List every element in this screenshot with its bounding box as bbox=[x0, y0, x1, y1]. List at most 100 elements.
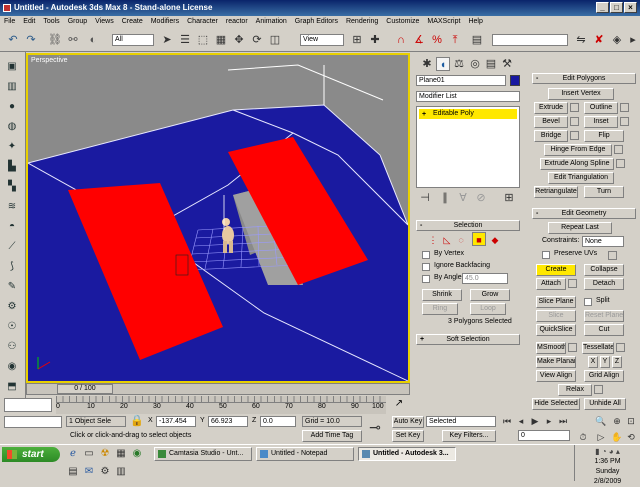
object-color-swatch[interactable] bbox=[510, 75, 520, 86]
shrink-button[interactable]: Shrink bbox=[422, 289, 462, 301]
angle-snap-icon[interactable]: ∡ bbox=[412, 33, 426, 47]
select-and-scale-icon[interactable]: ◫ bbox=[268, 33, 282, 47]
track-bar[interactable]: 0 10 20 30 40 50 60 70 80 90 100 bbox=[56, 396, 386, 414]
time-slider-thumb[interactable]: 0 / 100 bbox=[57, 384, 113, 394]
named-selection-sets-icon[interactable]: ▤ bbox=[470, 33, 484, 47]
window-crossing-icon[interactable]: ▦ bbox=[214, 33, 228, 47]
z-coordinate-field[interactable]: 0.0 bbox=[260, 416, 296, 427]
relax-button[interactable]: Relax bbox=[558, 384, 592, 396]
modifier-list-dropdown[interactable]: Modifier List bbox=[416, 91, 520, 102]
taskbar-item-3dsmax[interactable]: Untitled - Autodesk 3... bbox=[358, 447, 456, 461]
quicklaunch-ie-icon[interactable]: ℯ bbox=[66, 447, 80, 461]
motion-tab-icon[interactable]: ◎ bbox=[468, 57, 482, 71]
render-scene-icon[interactable]: ◈ bbox=[610, 33, 624, 47]
inset-button[interactable]: Inset bbox=[584, 116, 618, 128]
snaps-toggle-icon[interactable]: ∩ bbox=[394, 33, 408, 47]
ignore-backfacing-checkbox[interactable] bbox=[422, 263, 430, 271]
border-subobject-icon[interactable]: ◌ bbox=[454, 233, 468, 247]
planar-y-button[interactable]: Y bbox=[600, 356, 610, 368]
make-planar-button[interactable]: Make Planar bbox=[536, 356, 576, 368]
key-filters-button[interactable]: Key Filters... bbox=[442, 430, 496, 442]
configure-sets-icon[interactable]: ⊞ bbox=[502, 191, 516, 205]
polygon-subobject-icon[interactable]: ■ bbox=[472, 232, 486, 246]
menu-create[interactable]: Create bbox=[118, 16, 147, 28]
current-frame-field[interactable]: 0 bbox=[518, 430, 570, 441]
create-spacewarp-icon[interactable]: ≋ bbox=[4, 200, 20, 214]
bevel-settings-icon[interactable] bbox=[570, 117, 579, 126]
retriangulate-button[interactable]: Retriangulate bbox=[534, 186, 578, 198]
add-time-tag-button[interactable]: Add Time Tag bbox=[302, 430, 362, 442]
quicklaunch-folder-icon[interactable]: ▤ bbox=[66, 465, 80, 479]
menu-tools[interactable]: Tools bbox=[39, 16, 63, 28]
grow-button[interactable]: Grow bbox=[470, 289, 510, 301]
create-helper-icon[interactable]: ▚ bbox=[4, 180, 20, 194]
menu-graph-editors[interactable]: Graph Editors bbox=[291, 16, 342, 28]
quicklaunch-chart-icon[interactable]: ▥ bbox=[114, 465, 128, 479]
create-light-icon[interactable]: ✦ bbox=[4, 140, 20, 154]
menu-file[interactable]: File bbox=[0, 16, 19, 28]
ring-button[interactable]: Ring bbox=[422, 303, 458, 315]
clock-time[interactable]: 1:36 PM bbox=[575, 457, 640, 467]
close-button[interactable]: × bbox=[624, 2, 637, 13]
percent-snap-icon[interactable]: % bbox=[430, 33, 444, 47]
remove-modifier-icon[interactable]: ⊘ bbox=[474, 191, 488, 205]
split-checkbox[interactable] bbox=[584, 298, 592, 306]
inset-settings-icon[interactable] bbox=[620, 117, 629, 126]
menu-rendering[interactable]: Rendering bbox=[342, 16, 382, 28]
attach-button[interactable]: Attach bbox=[536, 278, 566, 290]
reset-plane-button[interactable]: Reset Plane bbox=[584, 310, 624, 322]
arc-rotate-icon[interactable]: ⟲ bbox=[624, 430, 638, 444]
outline-settings-icon[interactable] bbox=[620, 103, 629, 112]
bridge-button[interactable]: Bridge bbox=[534, 130, 568, 142]
cut-button[interactable]: Cut bbox=[584, 324, 624, 336]
set-key-button[interactable]: Set Key bbox=[392, 430, 424, 442]
edit-triangulation-button[interactable]: Edit Triangulation bbox=[548, 172, 614, 184]
quick-render-icon[interactable]: ▸ bbox=[626, 33, 640, 47]
hinge-from-edge-button[interactable]: Hinge From Edge bbox=[544, 144, 612, 156]
display-tab-icon[interactable]: ▤ bbox=[484, 57, 498, 71]
create-cylinder-icon[interactable]: ▥ bbox=[4, 80, 20, 94]
planar-z-button[interactable]: Z bbox=[612, 356, 622, 368]
hide-selected-button[interactable]: Hide Selected bbox=[532, 398, 580, 410]
mirror-icon[interactable]: ⇋ bbox=[574, 33, 588, 47]
grid-align-button[interactable]: Grid Align bbox=[584, 370, 624, 382]
element-subobject-icon[interactable]: ◆ bbox=[488, 233, 502, 247]
select-and-manipulate-icon[interactable]: ✚ bbox=[368, 33, 382, 47]
attach-settings-icon[interactable] bbox=[568, 279, 577, 288]
insert-vertex-button[interactable]: Insert Vertex bbox=[548, 88, 614, 100]
zoom-icon[interactable]: 🔍 bbox=[594, 414, 608, 428]
quicklaunch-media-icon[interactable]: ◉ bbox=[130, 447, 144, 461]
create-teapot-icon[interactable]: ◍ bbox=[4, 120, 20, 134]
slice-button[interactable]: Slice bbox=[536, 310, 576, 322]
material-editor-icon[interactable]: ◉ bbox=[4, 360, 20, 374]
unlink-icon[interactable]: ⚯ bbox=[66, 33, 80, 47]
preserve-uvs-settings-icon[interactable] bbox=[608, 251, 617, 260]
select-object-icon[interactable]: ➤ bbox=[160, 33, 174, 47]
taskbar-item-notepad[interactable]: Untitled - Notepad bbox=[256, 447, 354, 461]
pivot-center-icon[interactable]: ⊞ bbox=[350, 33, 364, 47]
quicklaunch-tool-icon[interactable]: ⚙ bbox=[98, 465, 112, 479]
selection-region-icon[interactable]: ⬚ bbox=[196, 33, 210, 47]
x-coordinate-field[interactable]: -137.454 bbox=[156, 416, 196, 427]
modifier-lattice-icon[interactable]: ⚇ bbox=[4, 340, 20, 354]
menu-reactor[interactable]: reactor bbox=[222, 16, 252, 28]
maxscript-listener[interactable] bbox=[4, 398, 52, 412]
menu-group[interactable]: Group bbox=[64, 16, 91, 28]
extrude-button[interactable]: Extrude bbox=[534, 102, 568, 114]
select-and-move-icon[interactable]: ✥ bbox=[232, 33, 246, 47]
extrude-spline-settings-icon[interactable] bbox=[616, 159, 625, 168]
go-to-start-icon[interactable]: ⏮ bbox=[500, 414, 514, 428]
unhide-all-button[interactable]: Unhide All bbox=[584, 398, 626, 410]
loop-button[interactable]: Loop bbox=[470, 303, 506, 315]
maximize-button[interactable]: □ bbox=[610, 2, 623, 13]
edit-polygons-rollout-header[interactable]: - Edit Polygons bbox=[532, 73, 636, 84]
modify-tab-icon[interactable]: ◖ bbox=[436, 57, 450, 71]
edge-subobject-icon[interactable]: ◺ bbox=[440, 233, 454, 247]
edit-geometry-rollout-header[interactable]: - Edit Geometry bbox=[532, 208, 636, 219]
menu-character[interactable]: Character bbox=[183, 16, 222, 28]
preserve-uvs-checkbox[interactable] bbox=[542, 251, 550, 259]
create-box-icon[interactable]: ▣ bbox=[4, 60, 20, 74]
select-and-link-icon[interactable]: ⛓ bbox=[48, 33, 62, 47]
menu-animation[interactable]: Animation bbox=[252, 16, 291, 28]
perspective-viewport[interactable]: Perspective bbox=[26, 53, 410, 383]
